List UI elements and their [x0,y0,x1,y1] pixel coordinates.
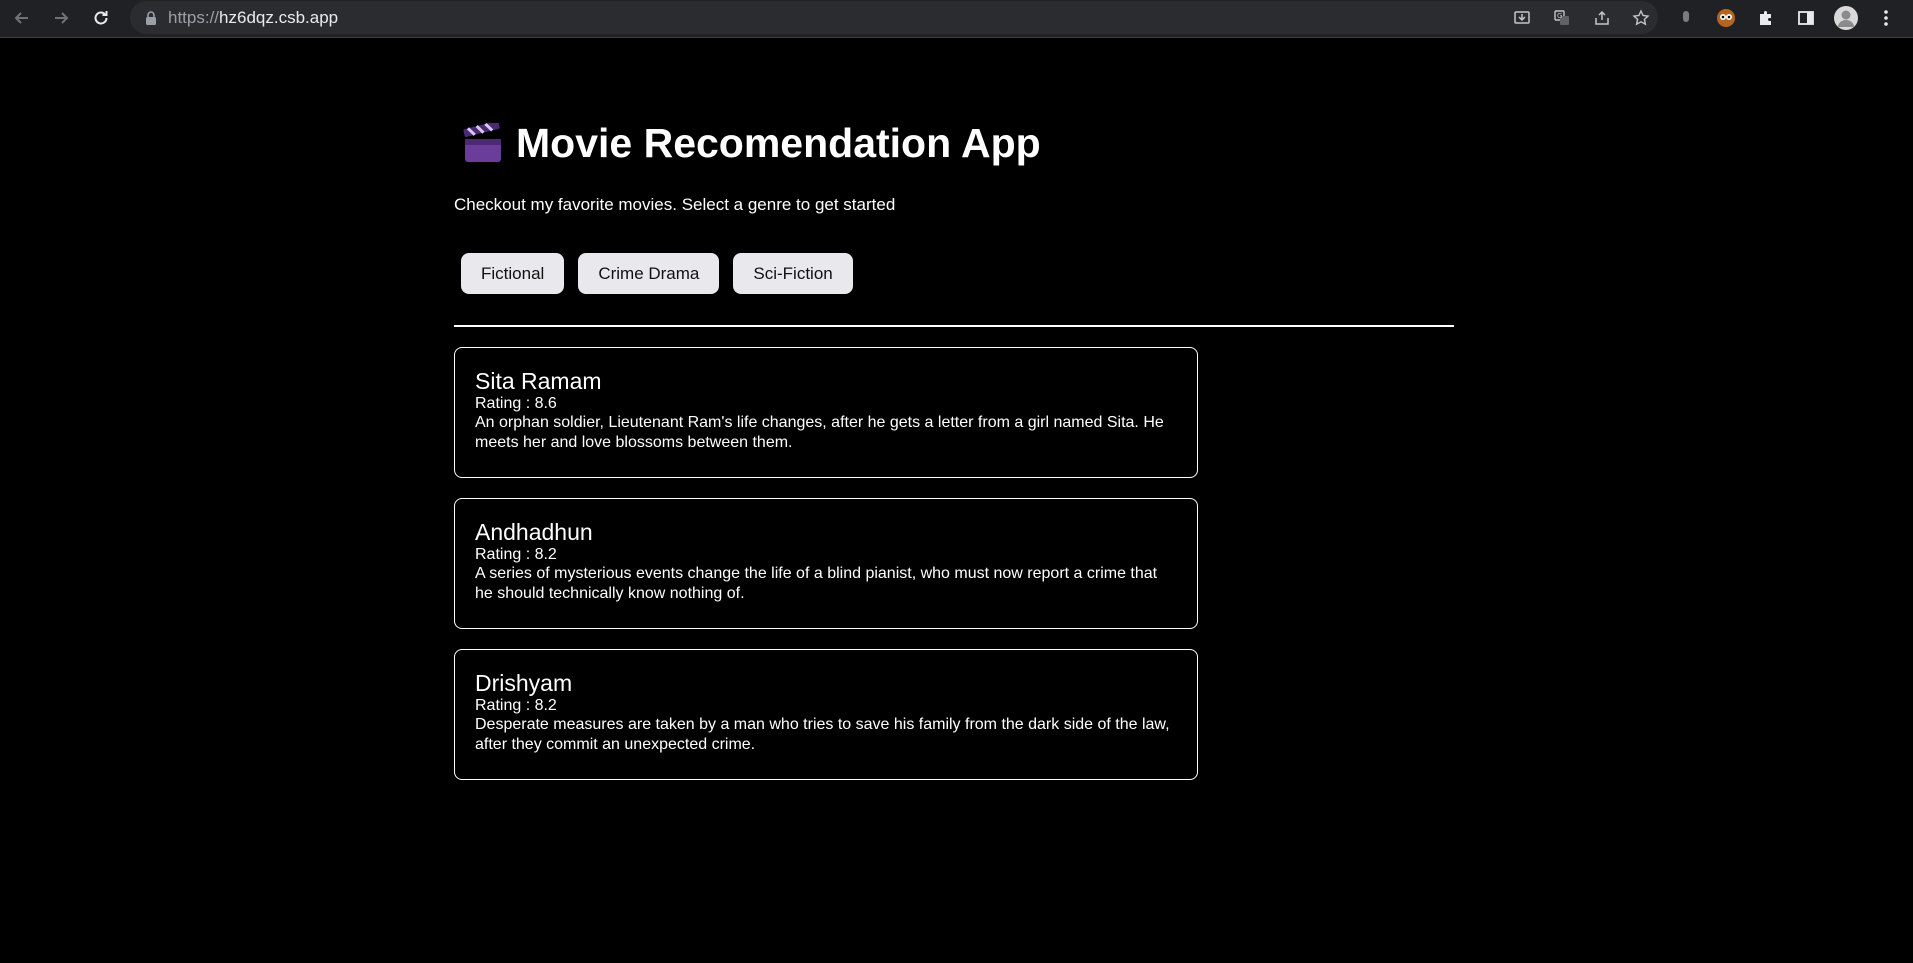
forward-button[interactable] [47,4,75,32]
movie-list: Sita Ramam Rating : 8.6 An orphan soldie… [454,347,1198,800]
reload-icon [94,11,108,25]
lock-icon [144,10,158,25]
share-icon[interactable] [1591,7,1613,29]
movie-name: Sita Ramam [475,368,602,394]
browser-toolbar: https://hz6dqz.csb.app G [0,0,1913,38]
more-menu-icon[interactable] [1872,4,1900,32]
page-content: Movie Recomendation App Checkout my favo… [0,38,1913,963]
clapper-board-icon [463,122,501,162]
url-text[interactable]: https://hz6dqz.csb.app [168,8,338,28]
movie-description: An orphan soldier, Lieutenant Ram's life… [475,414,1164,451]
extensions-puzzle-icon[interactable] [1752,4,1780,32]
movie-rating: Rating : 8.2 [475,546,557,563]
movie-rating: Rating : 8.6 [475,395,557,412]
genre-button-fictional[interactable]: Fictional [461,253,565,294]
movie-rating: Rating : 8.2 [475,697,557,714]
translate-icon[interactable]: G [1551,7,1573,29]
movie-card: Andhadhun Rating : 8.2 A series of myste… [454,498,1198,629]
back-arrow-icon [14,12,28,24]
genre-button-sci-fiction[interactable]: Sci-Fiction [733,253,853,294]
movie-description: Desperate measures are taken by a man wh… [475,716,1170,753]
movie-card: Sita Ramam Rating : 8.6 An orphan soldie… [454,347,1198,478]
extension-owl-icon[interactable] [1712,4,1740,32]
movie-description: A series of mysterious events change the… [475,565,1158,602]
genre-button-crime-drama[interactable]: Crime Drama [578,253,720,294]
page-title: Movie Recomendation App [462,120,1041,167]
page-title-text: Movie Recomendation App [516,120,1041,166]
bookmark-star-icon[interactable] [1630,7,1652,29]
svg-text:G: G [1557,12,1562,20]
url-host: hz6dqz.csb.app [219,7,339,27]
extension-mic-icon[interactable] [1672,4,1700,32]
side-panel-icon[interactable] [1792,4,1820,32]
back-button[interactable] [8,4,36,32]
url-scheme: https:// [168,7,220,27]
install-app-icon[interactable] [1511,7,1533,29]
profile-avatar[interactable] [1832,4,1860,32]
page-subtitle: Checkout my favorite movies. Select a ge… [454,195,896,214]
genre-button-group: Fictional Crime Drama Sci-Fiction [461,253,853,294]
movie-name: Andhadhun [475,519,593,545]
reload-button[interactable] [87,4,115,32]
forward-arrow-icon [55,12,69,24]
movie-name: Drishyam [475,670,573,696]
address-bar[interactable]: https://hz6dqz.csb.app G [130,1,1658,34]
movie-card: Drishyam Rating : 8.2 Desperate measures… [454,649,1198,780]
divider [454,325,1454,327]
